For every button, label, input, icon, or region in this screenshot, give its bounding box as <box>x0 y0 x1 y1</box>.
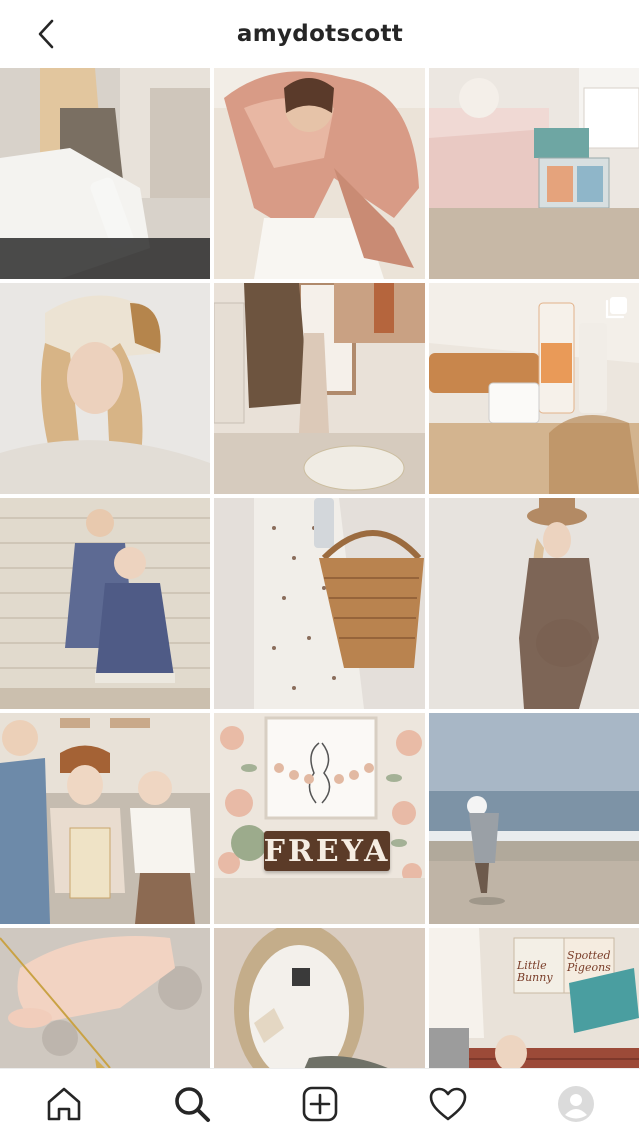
post-tile-family-on-couch[interactable] <box>0 713 210 924</box>
post-tile-skincare-products[interactable] <box>429 283 639 494</box>
post-tile-basket-dress[interactable] <box>214 498 425 709</box>
post-tile-baby-hand-necklace[interactable] <box>0 928 210 1068</box>
nav-activity-button[interactable] <box>416 1072 480 1136</box>
post-tile-freya-sign[interactable]: FREYA <box>214 713 425 924</box>
post-tile-girl-with-balloon[interactable] <box>214 68 425 279</box>
post-tile-moses-basket[interactable] <box>214 928 425 1068</box>
profile-username: amydotscott <box>236 21 404 47</box>
nav-profile-button[interactable] <box>544 1072 608 1136</box>
nav-search-button[interactable] <box>160 1072 224 1136</box>
search-icon <box>175 1087 210 1122</box>
post-tile-bedroom-books[interactable] <box>429 68 639 279</box>
profile-header: amydotscott <box>0 0 640 68</box>
freya-name-sign: FREYA <box>264 831 390 871</box>
back-button[interactable] <box>26 14 66 54</box>
post-tile-child-at-beach[interactable] <box>429 713 639 924</box>
bottom-navigation <box>0 1068 640 1139</box>
book-title-1: Little Bunny <box>517 959 553 984</box>
post-tile-two-sisters[interactable] <box>0 498 210 709</box>
post-grid: FREYA Little Bunny Spotted Pigeons <box>0 68 640 1068</box>
post-tile-woman-with-bottle[interactable] <box>0 68 210 279</box>
add-post-icon <box>302 1086 338 1122</box>
profile-avatar-icon <box>558 1086 594 1122</box>
nav-home-button[interactable] <box>32 1072 96 1136</box>
multiple-photos-icon <box>605 297 627 319</box>
post-tile-kids-reading-books[interactable]: Little Bunny Spotted Pigeons <box>429 928 639 1068</box>
post-tile-woman-in-fur-hat[interactable] <box>0 283 210 494</box>
chevron-left-icon <box>38 19 54 49</box>
post-tile-pregnant-woman-hat[interactable] <box>429 498 639 709</box>
home-icon <box>47 1087 81 1121</box>
book-title-2: Spotted Pigeons <box>567 949 611 974</box>
post-tile-nursery-window[interactable] <box>214 283 425 494</box>
nav-new-post-button[interactable] <box>288 1072 352 1136</box>
heart-icon <box>429 1087 467 1121</box>
